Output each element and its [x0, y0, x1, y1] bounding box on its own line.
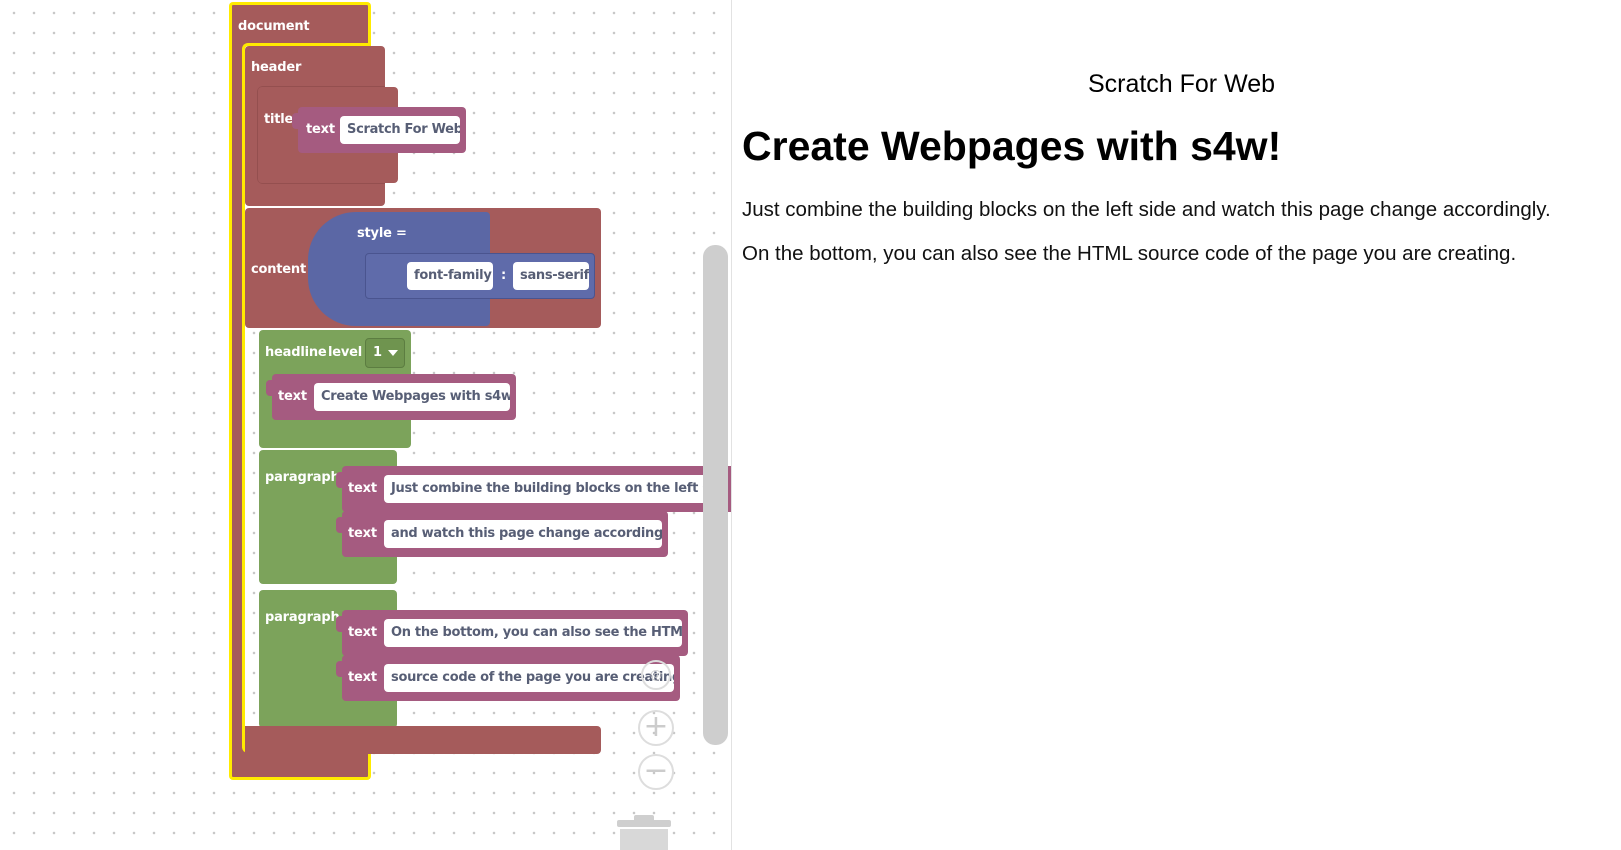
p2-text-block-2[interactable]: text source code of the page you are cre… [336, 655, 680, 701]
headline-text-field[interactable]: Create Webpages with s4w! [314, 383, 510, 411]
text-label: text [306, 122, 335, 137]
p2-line2-field[interactable]: source code of the page you are creating… [384, 664, 674, 692]
p1-text-block-1[interactable]: text Just combine the building blocks on… [336, 466, 731, 512]
paragraph-label: paragraph [265, 610, 340, 625]
title-label: title [264, 112, 294, 127]
workspace-scrollbar[interactable] [703, 245, 728, 745]
paragraph-label: paragraph [265, 470, 340, 485]
preview-heading: Create Webpages with s4w! [742, 123, 1282, 169]
blocks-workspace[interactable]: document header title text Scratch For W… [0, 0, 731, 850]
p2-line1-field[interactable]: On the bottom, you can also see the HTML [384, 619, 682, 647]
headline-text-block[interactable]: text Create Webpages with s4w! [266, 374, 516, 420]
level-value: 1 [373, 345, 382, 360]
content-label: content [251, 262, 306, 277]
page-preview: Scratch For Web Create Webpages with s4w… [742, 0, 1621, 850]
style-value-field[interactable]: sans-serif [513, 262, 589, 290]
zoom-out-icon[interactable]: − [638, 754, 674, 790]
level-dropdown[interactable]: 1 [365, 338, 405, 368]
text-label: text [348, 670, 377, 685]
document-block[interactable]: document [229, 2, 371, 46]
headline-label: headline [265, 345, 327, 360]
content-footer [245, 726, 601, 754]
zoom-in-icon[interactable]: + [638, 710, 674, 746]
preview-paragraph-1: Just combine the building blocks on the … [742, 198, 1551, 221]
style-label: style = [357, 226, 407, 241]
document-label: document [238, 19, 310, 34]
text-label: text [348, 625, 377, 640]
title-text-field[interactable]: Scratch For Web [340, 116, 460, 144]
chevron-down-icon [388, 350, 398, 356]
text-label: text [348, 526, 377, 541]
style-separator: : [501, 268, 506, 283]
p2-text-block-1[interactable]: text On the bottom, you can also see the… [336, 610, 688, 656]
preview-paragraph-2: On the bottom, you can also see the HTML… [742, 242, 1517, 265]
document-footer [229, 752, 371, 780]
level-label: level [328, 345, 363, 360]
title-text-block[interactable]: text Scratch For Web [292, 107, 466, 153]
preview-title: Scratch For Web [1087, 70, 1276, 98]
text-label: text [348, 481, 377, 496]
p1-text-block-2[interactable]: text and watch this page change accordin… [336, 511, 668, 557]
p1-line1-field[interactable]: Just combine the building blocks on the … [384, 475, 724, 503]
style-property-block[interactable]: font-family : sans-serif [365, 253, 595, 299]
header-label: header [251, 60, 302, 75]
recenter-icon[interactable]: ◎ [641, 660, 671, 690]
style-property-field[interactable]: font-family [407, 262, 493, 290]
p1-line2-field[interactable]: and watch this page change accordingly. [384, 520, 662, 548]
panel-divider [731, 0, 732, 850]
text-label: text [278, 389, 307, 404]
